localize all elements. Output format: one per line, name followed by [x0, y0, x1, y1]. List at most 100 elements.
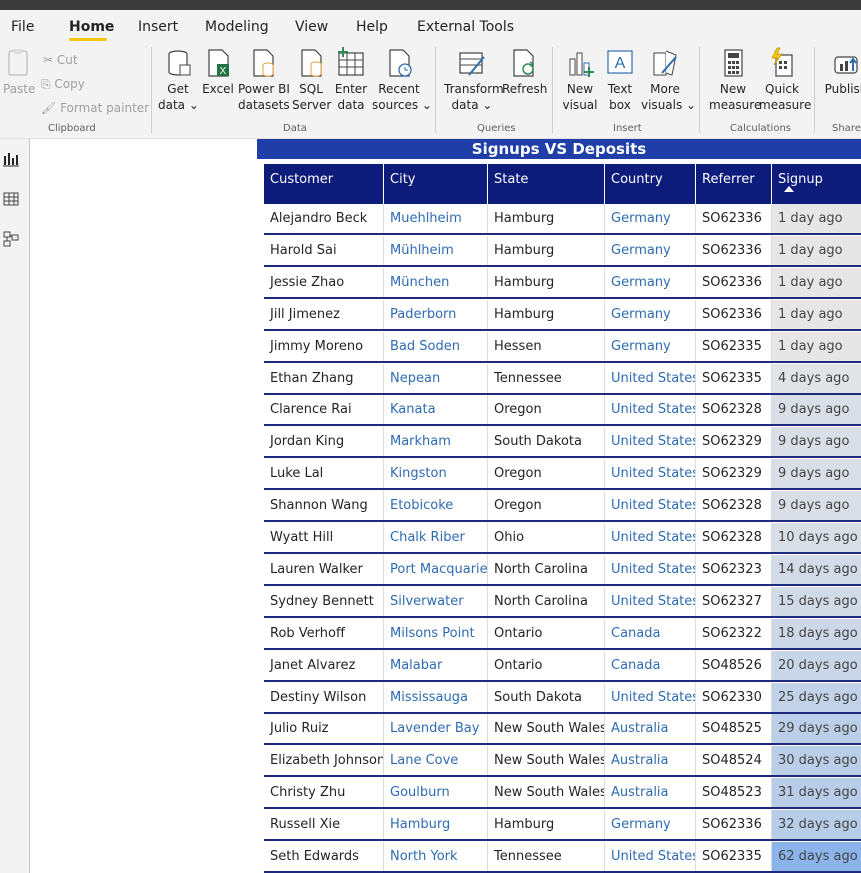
- copy-label: Copy: [54, 77, 85, 91]
- cell-state: North Carolina: [488, 586, 605, 616]
- cell-signup: 1 day ago: [772, 331, 861, 361]
- cell-country: United States: [605, 586, 696, 616]
- table-row[interactable]: Rob Verhoff Milsons Point Ontario Canada SO6…: [264, 618, 861, 650]
- cell-country: United States: [605, 554, 696, 584]
- new-visual-button[interactable]: New visual: [562, 47, 598, 113]
- cell-customer: Jimmy Moreno: [264, 331, 384, 361]
- quick-measure-button[interactable]: Quick measure: [759, 47, 811, 113]
- column-header-state[interactable]: State: [488, 164, 605, 204]
- get-data-label-2: data ⌄: [158, 98, 199, 112]
- separator: [552, 47, 553, 133]
- table-row[interactable]: Jordan King Markham South Dakota United Sta…: [264, 427, 861, 459]
- separator: [699, 47, 700, 133]
- publish-button[interactable]: Publish: [824, 47, 861, 97]
- table-row[interactable]: Luke Lal Kingston Oregon United States SO623…: [264, 459, 861, 491]
- cell-referrer-id: SO62322: [696, 618, 772, 648]
- new-measure-button[interactable]: New measure: [709, 47, 761, 113]
- menu-help[interactable]: Help: [356, 19, 388, 35]
- table-row[interactable]: Christy Zhu Goulburn New South Wales Austra…: [264, 778, 861, 810]
- table-row[interactable]: Jessie Zhao München Hamburg Germany SO62336 1…: [264, 267, 861, 299]
- cell-city: Chalk Riber: [384, 523, 488, 552]
- cut-button[interactable]: ✂ Cut: [43, 53, 78, 67]
- table-row[interactable]: Alejandro Beck Muehlheim Hamburg Germany SO6…: [264, 204, 861, 235]
- cell-customer: Seth Edwards: [264, 842, 384, 871]
- data-view-icon[interactable]: [3, 191, 19, 207]
- cell-state: Hamburg: [488, 810, 605, 840]
- excel-icon: X: [203, 47, 233, 79]
- model-view-icon[interactable]: [3, 231, 19, 247]
- power-bi-datasets-button[interactable]: Power BI datasets: [238, 47, 290, 113]
- cell-country: United States: [605, 427, 696, 457]
- cell-referrer-id: SO62336: [696, 235, 772, 265]
- more-visuals-button[interactable]: More visuals ⌄: [641, 47, 696, 113]
- column-header-city[interactable]: City: [384, 164, 488, 204]
- more-visuals-label-1: More: [650, 82, 680, 96]
- cell-state: South Dakota: [488, 682, 605, 712]
- calculator-icon: [718, 47, 748, 79]
- refresh-button[interactable]: Refresh: [502, 47, 547, 97]
- cell-country: United States: [605, 682, 696, 712]
- get-data-button[interactable]: Get data ⌄: [158, 47, 199, 113]
- table-row[interactable]: Lauren Walker Port Macquarie North Carolin…: [264, 554, 861, 586]
- cell-country: United States: [605, 363, 696, 393]
- cell-state: North Carolina: [488, 554, 605, 584]
- transform-data-button[interactable]: Transform data ⌄: [444, 47, 504, 113]
- cell-country: United States: [605, 523, 696, 552]
- excel-button[interactable]: X Excel: [202, 47, 234, 97]
- format-painter-button[interactable]: 🖌 Format painter: [41, 101, 149, 115]
- table-row[interactable]: Sydney Bennett Silverwater North Carolina U…: [264, 586, 861, 618]
- column-header-referrer-id[interactable]: Referrer ID: [696, 164, 772, 219]
- cell-country: Australia: [605, 778, 696, 808]
- table-row[interactable]: Elizabeth Johnson Lane Cove New South Wale…: [264, 746, 861, 778]
- cell-referrer-id: SO62328: [696, 523, 772, 552]
- table-row[interactable]: Harold Sai Mühlheim Hamburg Germany SO62336 1…: [264, 235, 861, 267]
- column-header-country[interactable]: Country: [605, 164, 696, 204]
- cell-state: Oregon: [488, 459, 605, 489]
- cell-city: Nepean: [384, 363, 488, 393]
- cell-signup: 9 days ago: [772, 395, 861, 425]
- column-header-customer[interactable]: Customer: [264, 164, 384, 204]
- table-row[interactable]: Janet Alvarez Malabar Ontario Canada SO48526…: [264, 650, 861, 682]
- cell-referrer-id: SO62335: [696, 363, 772, 393]
- cell-referrer-id: SO62336: [696, 204, 772, 233]
- menu-file[interactable]: File: [11, 19, 34, 35]
- table-row[interactable]: Destiny Wilson Mississauga South Dakota Uni…: [264, 682, 861, 714]
- cell-customer: Jordan King: [264, 427, 384, 457]
- table-row[interactable]: Jimmy Moreno Bad Soden Hessen Germany SO6233…: [264, 331, 861, 363]
- data-group-label: Data: [283, 123, 307, 134]
- table-row[interactable]: Seth Edwards North York Tennessee United St…: [264, 842, 861, 873]
- paste-button[interactable]: Paste: [3, 47, 35, 97]
- insert-group-label: Insert: [613, 123, 642, 134]
- sql-server-button[interactable]: SQL Server: [292, 47, 332, 113]
- table-row[interactable]: Shannon Wang Etobicoke Oregon United States…: [264, 491, 861, 523]
- table-row[interactable]: Jill Jimenez Paderborn Hamburg Germany SO623…: [264, 299, 861, 331]
- cell-customer: Destiny Wilson: [264, 682, 384, 712]
- table-row[interactable]: Julio Ruiz Lavender Bay New South Wales Aus…: [264, 714, 861, 746]
- menu-view[interactable]: View: [295, 19, 328, 35]
- cell-city: Milsons Point: [384, 618, 488, 648]
- table-row[interactable]: Ethan Zhang Nepean Tennessee United States S…: [264, 363, 861, 395]
- cell-city: Markham: [384, 427, 488, 457]
- table-row[interactable]: Clarence Rai Kanata Oregon United States SO6…: [264, 395, 861, 427]
- cell-city: Port Macquarie: [384, 554, 488, 584]
- menu-home[interactable]: Home: [69, 19, 114, 35]
- table-row[interactable]: Wyatt Hill Chalk Riber Ohio United States SO…: [264, 523, 861, 554]
- report-view-icon[interactable]: [3, 151, 19, 167]
- copy-button[interactable]: ⎘ Copy: [41, 77, 85, 92]
- column-header-signup[interactable]: Signup: [772, 164, 861, 204]
- cell-state: Tennessee: [488, 363, 605, 393]
- text-box-button[interactable]: A Text box: [603, 47, 637, 113]
- menu-insert[interactable]: Insert: [138, 19, 178, 35]
- cell-referrer-id: SO48525: [696, 714, 772, 744]
- enter-data-button[interactable]: Enter data: [334, 47, 368, 113]
- table-row[interactable]: Russell Xie Hamburg Hamburg Germany SO62336 3…: [264, 810, 861, 842]
- recent-sources-button[interactable]: Recent sources ⌄: [372, 47, 432, 113]
- cell-referrer-id: SO62329: [696, 459, 772, 489]
- menu-modeling[interactable]: Modeling: [205, 19, 269, 35]
- menu-external-tools[interactable]: External Tools: [417, 19, 514, 35]
- cell-referrer-id: SO62335: [696, 331, 772, 361]
- svg-text:X: X: [220, 66, 227, 77]
- cell-referrer-id: SO62330: [696, 682, 772, 712]
- cell-city: Etobicoke: [384, 491, 488, 521]
- sql-server-label-2: Server: [292, 98, 332, 112]
